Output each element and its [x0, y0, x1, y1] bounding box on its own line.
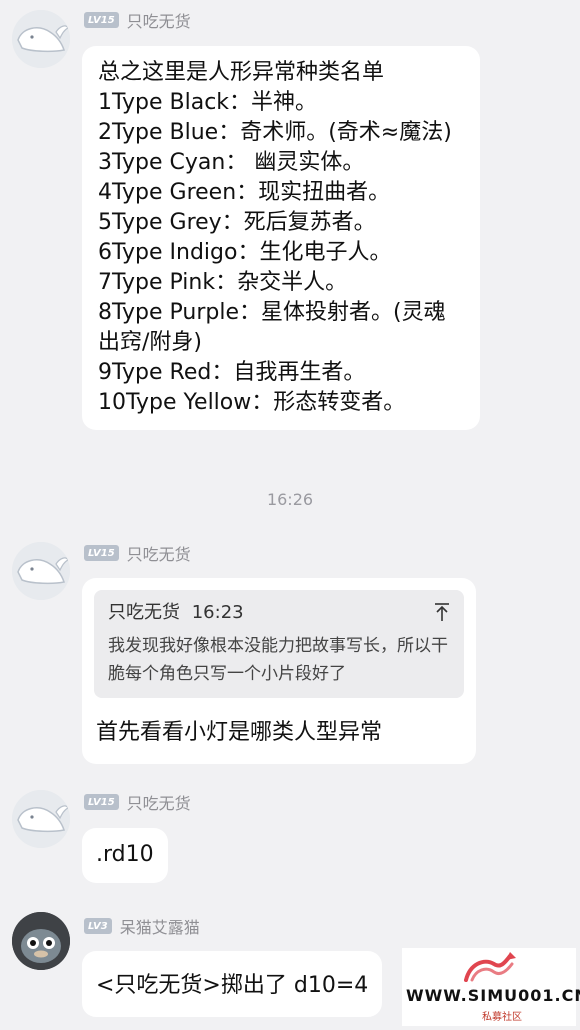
level-badge: LV15 — [84, 545, 119, 561]
list-line: 总之这里是人形异常种类名单 — [98, 60, 385, 85]
list-line: 5Type Grey：死后复苏者。 — [98, 210, 376, 235]
watermark: WWW.SIMU001.CN 私募社区 — [402, 948, 580, 1026]
avatar[interactable] — [12, 542, 70, 600]
list-line: 7Type Pink：杂交半人。 — [98, 270, 348, 295]
logo-icon — [464, 952, 516, 982]
list-line: 10Type Yellow：形态转变者。 — [98, 390, 406, 415]
quote-author: 只吃无货 — [108, 602, 180, 623]
list-line: 8Type Purple：星体投射者。(灵魂出窍/附身) — [98, 300, 446, 355]
sender-name[interactable]: 只吃无货 — [127, 8, 191, 32]
list-line: 1Type Black：半神。 — [98, 90, 318, 115]
message-bubble[interactable]: 只吃无货 16:23 我发现我好像根本没能力把故事写长，所以干脆每个角色只写一个… — [82, 578, 476, 764]
sender-name[interactable]: 呆猫艾露猫 — [120, 914, 200, 938]
quoted-message[interactable]: 只吃无货 16:23 我发现我好像根本没能力把故事写长，所以干脆每个角色只写一个… — [94, 590, 464, 698]
whale-avatar-icon — [12, 790, 70, 848]
timestamp: 16:26 — [266, 490, 314, 509]
list-line: 9Type Red：自我再生者。 — [98, 360, 366, 385]
quote-text: 我发现我好像根本没能力把故事写长，所以干脆每个角色只写一个小片段好了 — [108, 636, 448, 684]
level-badge: LV15 — [84, 12, 119, 28]
avatar[interactable] — [12, 10, 70, 68]
message-text: .rd10 — [96, 842, 154, 867]
quote-header: 只吃无货 16:23 — [108, 600, 450, 626]
message-text: 总之这里是人形异常种类名单 1Type Black：半神。 2Type Blue… — [82, 46, 480, 430]
list-line: 2Type Blue：奇术师。(奇术≈魔法) — [98, 120, 452, 145]
sender-meta: LV15 只吃无货 — [84, 790, 191, 814]
cat-avatar-icon — [12, 912, 70, 970]
avatar[interactable] — [12, 790, 70, 848]
message-bubble[interactable]: 总之这里是人形异常种类名单 1Type Black：半神。 2Type Blue… — [82, 46, 480, 430]
watermark-text: WWW.SIMU001.CN — [406, 986, 580, 1005]
sender-meta: LV15 只吃无货 — [84, 8, 191, 32]
list-line: 6Type Indigo：生化电子人。 — [98, 240, 392, 265]
message-text: <只吃无货>掷出了 d10=4 — [96, 973, 369, 998]
message-bubble[interactable]: .rd10 — [82, 828, 168, 883]
level-badge: LV15 — [84, 794, 119, 810]
list-line: 4Type Green：现实扭曲者。 — [98, 180, 391, 205]
avatar[interactable] — [12, 912, 70, 970]
list-line: 3Type Cyan： 幽灵实体。 — [98, 150, 365, 175]
sender-meta: LV15 只吃无货 — [84, 541, 191, 565]
sender-meta: LV3 呆猫艾露猫 — [84, 914, 200, 938]
level-badge: LV3 — [84, 918, 112, 934]
sender-name[interactable]: 只吃无货 — [127, 790, 191, 814]
sender-name[interactable]: 只吃无货 — [127, 541, 191, 565]
watermark-subtext: 私募社区 — [482, 1012, 522, 1023]
message-text: 首先看看小灯是哪类人型异常 — [96, 720, 383, 745]
message-bubble[interactable]: <只吃无货>掷出了 d10=4 — [82, 951, 383, 1017]
whale-avatar-icon — [12, 10, 70, 68]
jump-to-original-icon[interactable] — [434, 602, 450, 622]
whale-avatar-icon — [12, 542, 70, 600]
quote-time: 16:23 — [191, 602, 244, 623]
